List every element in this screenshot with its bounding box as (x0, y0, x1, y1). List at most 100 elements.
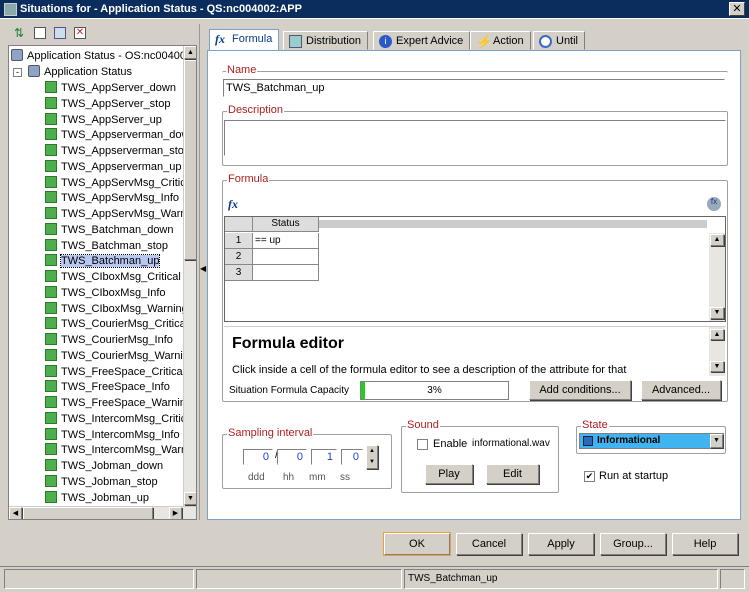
scroll-up-button[interactable]: ▲ (710, 329, 724, 340)
tree-item[interactable]: TWS_CIboxMsg_Info (45, 285, 166, 301)
situation-icon (45, 207, 57, 219)
name-input[interactable]: TWS_Batchman_up (223, 79, 725, 97)
tree-group[interactable]: - Application Status (13, 64, 132, 80)
copy-situation-icon[interactable] (54, 27, 66, 39)
splitter[interactable]: ◀ (199, 24, 206, 520)
tree-item[interactable]: TWS_Batchman_stop (45, 238, 168, 254)
help-button[interactable]: Help (672, 533, 738, 555)
tree-item[interactable]: TWS_CIboxMsg_Warning (45, 301, 188, 317)
scroll-right-button[interactable]: ▶ (169, 507, 182, 519)
scroll-up-button[interactable]: ▲ (184, 46, 196, 59)
tree-item[interactable]: TWS_FreeSpace_Warning (45, 395, 192, 411)
formula-grid[interactable]: Status 1 == up 2 3 ▲ ▼ (224, 216, 726, 322)
cancel-button[interactable]: Cancel (456, 533, 522, 555)
close-button[interactable]: ✕ (729, 2, 745, 16)
new-situation-icon[interactable] (34, 27, 46, 39)
tree-item[interactable]: TWS_Appserverman_down (45, 127, 196, 143)
grid-cell[interactable] (253, 265, 319, 281)
tree-item[interactable]: TWS_Jobman_down (45, 458, 163, 474)
tree-item[interactable]: TWS_FreeSpace_Info (45, 379, 170, 395)
fx-icon[interactable]: fx (228, 197, 238, 212)
tab-distribution[interactable]: Distribution (283, 31, 369, 50)
situation-label: TWS_IntercomMsg_Critical (61, 412, 195, 425)
grid-row-header[interactable]: 2 (225, 249, 253, 265)
tree-item[interactable]: TWS_FreeSpace_Critical (45, 364, 185, 380)
tab-expert-advice[interactable]: i Expert Advice (373, 31, 471, 50)
tab-formula[interactable]: fx Formula (209, 29, 280, 51)
add-conditions-button[interactable]: Add conditions... (529, 380, 631, 400)
interval-spinner[interactable]: ▲ ▼ (366, 445, 378, 469)
chevron-down-icon[interactable]: ▼ (710, 434, 723, 448)
capacity-label: Situation Formula Capacity (229, 385, 350, 396)
situation-label: TWS_AppServer_up (61, 113, 162, 126)
tree-item[interactable]: TWS_IntercomMsg_Info (45, 427, 180, 443)
scroll-up-button[interactable]: ▲ (710, 234, 724, 246)
tree-item[interactable]: TWS_AppServMsg_Critical (45, 175, 194, 191)
tree-root[interactable]: Application Status - OS:nc004002:APP (11, 48, 196, 64)
grid-column-header[interactable]: Status (253, 217, 319, 232)
grid-row-header[interactable]: 1 (225, 233, 253, 249)
ok-button[interactable]: OK (383, 532, 451, 556)
tab-action[interactable]: ⚡ Action (470, 31, 531, 50)
tree-item[interactable]: TWS_IntercomMsg_Critical (45, 411, 195, 427)
delete-situation-icon[interactable]: ✕ (74, 27, 86, 39)
days-field[interactable]: 0 (243, 449, 273, 465)
description-group: Description (222, 104, 728, 166)
help-scrollbar[interactable]: ▲ ▼ (709, 327, 725, 376)
run-at-startup-checkbox[interactable]: ✔ (584, 471, 595, 482)
enable-sound-checkbox[interactable] (417, 439, 428, 450)
unit-label: mm (309, 472, 326, 483)
tree-item[interactable]: TWS_AppServer_down (45, 80, 176, 96)
tree-item[interactable]: TWS_CourierMsg_Info (45, 332, 173, 348)
edit-button[interactable]: Edit (486, 464, 539, 484)
tree-item[interactable]: TWS_Appserverman_stop (45, 143, 190, 159)
tab-until[interactable]: Until (533, 31, 586, 50)
tree-item[interactable]: TWS_AppServer_up (45, 112, 162, 128)
hours-field[interactable]: 0 (277, 449, 307, 465)
tree-vertical-scrollbar[interactable]: ▲ ▼ (183, 46, 196, 506)
grid-vertical-scrollbar[interactable]: ▲ ▼ (709, 233, 725, 321)
apply-button[interactable]: Apply (528, 533, 594, 555)
situation-icon (45, 81, 57, 93)
situation-label: TWS_CourierMsg_Info (61, 334, 173, 346)
tree-item[interactable]: TWS_Batchman_up (45, 253, 161, 269)
scroll-down-button[interactable]: ▼ (184, 492, 196, 505)
tree-item[interactable]: TWS_Appserverman_up (45, 159, 181, 175)
play-button[interactable]: Play (425, 464, 473, 484)
tree-item[interactable]: TWS_Jobman_stop (45, 474, 158, 490)
situation-label: TWS_FreeSpace_Warning (61, 397, 193, 409)
state-select[interactable]: Informational ▼ (579, 433, 724, 449)
minutes-field[interactable]: 1 (311, 449, 337, 465)
situation-label: TWS_FreeSpace_Info (61, 381, 170, 394)
sampling-interval-group: Sampling interval 0 / 0 1 0 ▲▼ ddd hh mm… (222, 427, 392, 489)
group-button[interactable]: Group... (600, 533, 666, 555)
refresh-icon[interactable]: ⇅ (14, 27, 26, 39)
situation-icon (45, 396, 57, 408)
advanced-button[interactable]: Advanced... (641, 380, 721, 400)
tree-item[interactable]: TWS_Batchman_down (45, 222, 174, 238)
scroll-thumb[interactable] (184, 60, 196, 260)
tree-item[interactable]: TWS_CourierMsg_Critical (45, 316, 188, 332)
collapse-arrow-icon[interactable]: ◀ (200, 264, 206, 273)
grid-cell[interactable] (253, 249, 319, 265)
situation-tree[interactable]: Application Status - OS:nc004002:APP- App… (8, 45, 197, 520)
tree-item[interactable]: TWS_CIboxMsg_Critical (45, 269, 181, 285)
seconds-field[interactable]: 0 (341, 449, 363, 465)
tree-item[interactable]: TWS_AppServMsg_Warning (45, 206, 197, 222)
tree-item[interactable]: TWS_CourierMsg_Warning (45, 348, 195, 364)
tree-item[interactable]: TWS_AppServMsg_Info (45, 190, 179, 206)
tree-item[interactable]: TWS_Jobman_up (45, 490, 149, 506)
tree-horizontal-scrollbar[interactable]: ◀ ▶ (9, 506, 196, 519)
description-textarea[interactable] (224, 120, 726, 156)
scroll-left-button[interactable]: ◀ (9, 507, 22, 519)
grid-cell[interactable]: == up (253, 233, 319, 249)
scroll-down-button[interactable]: ▼ (710, 307, 724, 319)
scroll-down-button[interactable]: ▼ (710, 361, 724, 372)
collapse-icon[interactable]: - (13, 68, 22, 77)
tree-item[interactable]: TWS_IntercomMsg_Warning (45, 442, 196, 458)
formula-inspector-icon[interactable]: fx (707, 197, 721, 211)
grid-row-header[interactable]: 3 (225, 265, 253, 281)
tree-item[interactable]: TWS_AppServer_stop (45, 96, 170, 112)
hscroll-thumb[interactable] (23, 507, 153, 519)
situation-label: TWS_AppServMsg_Warning (61, 208, 197, 220)
